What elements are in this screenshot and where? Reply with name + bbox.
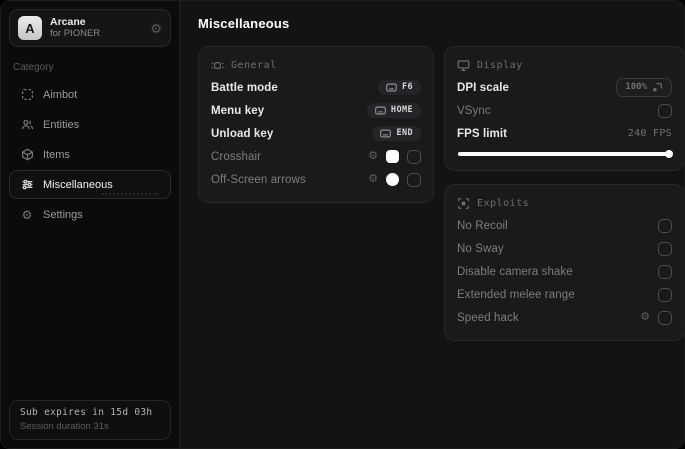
setting-label: Battle mode — [211, 81, 278, 94]
general-icon — [211, 59, 224, 72]
items-icon — [20, 148, 34, 162]
setting-row-fps-limit: FPS limit 240 FPS — [457, 122, 672, 145]
main-content: Miscellaneous General Battle mode F6 Men… — [179, 1, 684, 448]
setting-label: DPI scale — [457, 81, 510, 94]
setting-label: Off-Screen arrows — [211, 173, 306, 186]
brand-name: Arcane — [50, 15, 86, 28]
battle-mode-keybind-button[interactable]: F6 — [377, 80, 421, 95]
setting-label: No Sway — [457, 242, 504, 255]
sidebar-item-items[interactable]: Items — [9, 140, 171, 169]
keyboard-icon — [380, 129, 392, 138]
sidebar-nav: Aimbot Entities Items Miscellaneous ⚙ Se… — [9, 80, 171, 229]
panel-display-header: Display — [457, 59, 672, 72]
setting-row-battle-mode: Battle mode F6 — [211, 76, 421, 99]
setting-label: Speed hack — [457, 311, 519, 324]
setting-label: Menu key — [211, 104, 265, 117]
fps-slider-knob[interactable] — [665, 150, 673, 158]
account-gear-icon[interactable]: ⚙ — [150, 22, 162, 35]
panel-exploits: Exploits No Recoil No Sway Disable camer… — [444, 184, 684, 341]
speed-hack-checkbox[interactable] — [658, 310, 672, 325]
panel-title: General — [231, 60, 277, 71]
page-title: Miscellaneous — [198, 16, 290, 31]
dpi-scale-button[interactable]: 100% — [616, 78, 672, 97]
setting-row-extended-melee-range: Extended melee range — [457, 283, 672, 306]
setting-row-disable-camera-shake: Disable camera shake — [457, 260, 672, 283]
sidebar: A Arcane for PIONER ⚙ Category Aimbot En… — [1, 1, 179, 448]
speed-hack-options-gear-icon[interactable]: ⚙ — [640, 312, 650, 323]
setting-label: Disable camera shake — [457, 265, 573, 278]
session-duration-text: Session duration 31s — [20, 421, 109, 432]
disable-camera-shake-checkbox[interactable] — [658, 264, 672, 279]
panel-title: Display — [477, 60, 523, 71]
menu-keybind-button[interactable]: HOME — [366, 103, 421, 118]
entities-icon — [20, 118, 34, 132]
panel-display: Display DPI scale 100% VSync FPS limit 2… — [444, 46, 684, 171]
setting-row-crosshair: Crosshair ⚙ — [211, 145, 421, 168]
offscreen-arrows-color-swatch[interactable] — [386, 173, 399, 186]
unload-keybind-button[interactable]: END — [372, 126, 421, 141]
panel-general: General Battle mode F6 Menu key HOME Unl… — [198, 46, 434, 203]
arcane-logo: A — [18, 16, 42, 40]
setting-row-speed-hack: Speed hack ⚙ — [457, 306, 672, 329]
brand-subtitle: for PIONER — [50, 28, 101, 40]
keyboard-icon — [375, 106, 386, 115]
offscreen-arrows-options-gear-icon[interactable]: ⚙ — [368, 174, 378, 185]
setting-row-dpi-scale: DPI scale 100% — [457, 76, 672, 99]
brand-card: A Arcane for PIONER ⚙ — [9, 9, 171, 47]
scale-icon — [653, 83, 662, 92]
setting-row-unload-key: Unload key END — [211, 122, 421, 145]
panel-exploits-header: Exploits — [457, 197, 672, 210]
sidebar-item-label: Items — [43, 148, 70, 161]
no-recoil-checkbox[interactable] — [658, 218, 672, 233]
crosshair-options-gear-icon[interactable]: ⚙ — [368, 151, 378, 162]
fps-limit-slider[interactable] — [458, 150, 673, 158]
setting-label: Crosshair — [211, 150, 262, 163]
setting-row-vsync: VSync — [457, 99, 672, 122]
subscription-card: Sub expires in 15d 03h Session duration … — [9, 400, 171, 440]
crosshair-checkbox[interactable] — [407, 149, 421, 164]
setting-label: Extended melee range — [457, 288, 575, 301]
setting-label: No Recoil — [457, 219, 508, 232]
setting-row-no-sway: No Sway — [457, 237, 672, 260]
sidebar-item-label: Miscellaneous — [43, 178, 113, 191]
settings-gear-icon: ⚙ — [21, 207, 33, 222]
sidebar-item-label: Aimbot — [43, 88, 78, 101]
sidebar-item-miscellaneous[interactable]: Miscellaneous — [9, 170, 171, 199]
aimbot-icon — [20, 88, 34, 102]
setting-row-menu-key: Menu key HOME — [211, 99, 421, 122]
category-label: Category — [13, 62, 54, 73]
vsync-checkbox[interactable] — [658, 103, 672, 118]
exploits-icon — [457, 197, 470, 210]
offscreen-arrows-checkbox[interactable] — [407, 172, 421, 187]
arcane-window: A Arcane for PIONER ⚙ Category Aimbot En… — [0, 0, 685, 449]
sidebar-item-settings[interactable]: ⚙ Settings — [9, 200, 171, 229]
sidebar-item-label: Settings — [43, 208, 83, 221]
no-sway-checkbox[interactable] — [658, 241, 672, 256]
setting-row-no-recoil: No Recoil — [457, 214, 672, 237]
sidebar-item-label: Entities — [43, 118, 80, 131]
sidebar-item-aimbot[interactable]: Aimbot — [9, 80, 171, 109]
keyboard-icon — [386, 83, 397, 92]
setting-label: FPS limit — [457, 127, 508, 140]
panel-general-header: General — [211, 59, 421, 72]
setting-label: VSync — [457, 104, 491, 117]
active-item-dots-decoration — [102, 193, 158, 195]
fps-limit-value: 240 FPS — [627, 128, 672, 139]
miscellaneous-icon — [20, 178, 34, 192]
setting-row-offscreen-arrows: Off-Screen arrows ⚙ — [211, 168, 421, 191]
sidebar-item-entities[interactable]: Entities — [9, 110, 171, 139]
extended-melee-range-checkbox[interactable] — [658, 287, 672, 302]
setting-label: Unload key — [211, 127, 274, 140]
panel-title: Exploits — [477, 198, 530, 209]
sub-expiry-text: Sub expires in 15d 03h — [20, 407, 153, 418]
crosshair-color-swatch[interactable] — [386, 150, 399, 163]
display-icon — [457, 59, 470, 72]
